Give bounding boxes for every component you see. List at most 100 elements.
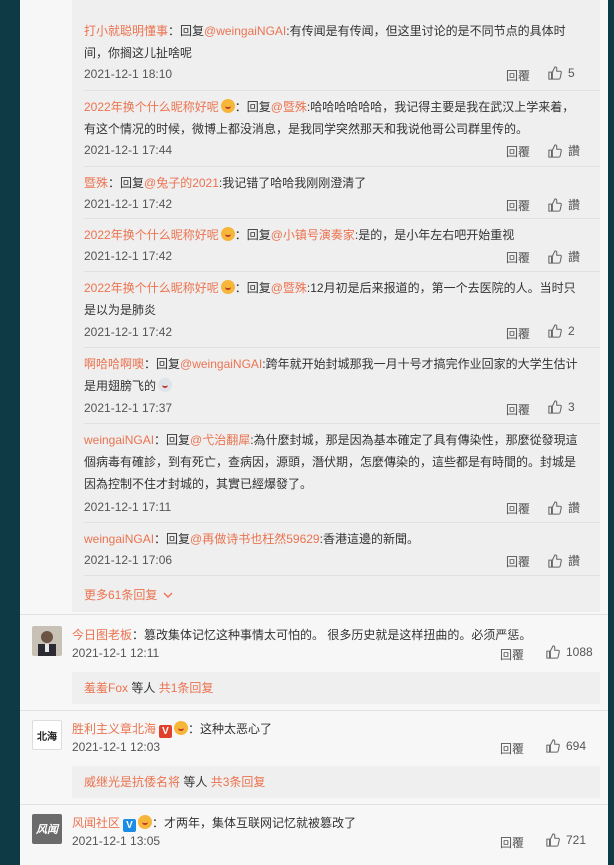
comment-username[interactable]: 风闻社区 <box>72 816 120 830</box>
reply-button[interactable]: 回覆 <box>506 500 530 517</box>
comment-text: 胜利主义章北海 V ：这种太恶心了 <box>72 720 592 738</box>
reply-button[interactable]: 回覆 <box>506 325 530 342</box>
reply-username[interactable]: 2022年换个什么昵称好呢 <box>84 281 219 295</box>
reply-button[interactable]: 回覆 <box>500 740 524 757</box>
thumbs-up-icon <box>548 324 562 338</box>
reply-item: 2022年换个什么昵称好呢 ：回复@小镇号演奏家:是的，是小年左右吧开始重视 20… <box>84 224 584 265</box>
avatar[interactable]: 北海 <box>32 720 62 750</box>
more-replies-label: 更多61条回复 <box>84 588 158 602</box>
reply-username[interactable]: weingaiNGAI <box>84 433 154 447</box>
reply-item: weingaiNGAI：回复@弋治翻犀:為什麼封城，那是因為基本確定了具有傳染性… <box>84 429 584 516</box>
divider <box>84 90 600 91</box>
comment-body: ：才两年，集体互联网记忆就被篡改了 <box>152 816 357 830</box>
chevron-down-icon <box>163 588 173 602</box>
reply-text: 2022年换个什么昵称好呢 ：回复@小镇号演奏家:是的，是小年左右吧开始重视 <box>84 224 584 246</box>
thumbs-up-icon <box>548 249 562 264</box>
reply-username[interactable]: weingaiNGAI <box>84 532 154 546</box>
mention-link[interactable]: @兔子的2021 <box>144 176 219 190</box>
divider <box>84 271 600 272</box>
mention-link[interactable]: @weingaiNGAI <box>180 357 262 371</box>
like-button[interactable]: 讚 <box>548 196 580 213</box>
reply-prefix: ：回复 <box>234 228 271 242</box>
comment-username[interactable]: 今日图老板 <box>72 628 132 642</box>
mention-link[interactable]: @弋治翻犀 <box>190 433 250 447</box>
comment-text: 今日图老板：篡改集体记忆这种事情太可怕的。 很多历史就是这样扭曲的。必须严惩。 <box>72 626 592 644</box>
comment-body: ：这种太恶心了 <box>188 722 273 736</box>
reply-meta: 2021-12-1 17:42 回覆 讚 <box>84 249 584 265</box>
divider <box>84 347 600 348</box>
reply-button[interactable]: 回覆 <box>500 834 524 851</box>
sub-replies-summary[interactable]: 威继光是抗倭名将 等人 共3条回复 <box>72 766 600 798</box>
like-button[interactable]: 3 <box>548 400 575 414</box>
reply-username[interactable]: 啊哈哈啊噢 <box>84 357 144 371</box>
like-button[interactable]: 694 <box>546 739 586 753</box>
divider <box>84 575 600 576</box>
comment-username[interactable]: 胜利主义章北海 <box>72 722 156 736</box>
like-button[interactable]: 1088 <box>546 645 593 659</box>
sub-reply-username[interactable]: 羞羞Fox <box>84 681 128 695</box>
sub-reply-count[interactable]: 共3条回复 <box>211 775 266 789</box>
like-count: 694 <box>566 739 587 753</box>
emoji-badge-icon <box>220 99 235 113</box>
emoji-badge-icon <box>220 227 235 241</box>
reply-button[interactable]: 回覆 <box>506 197 530 214</box>
reply-text: 2022年换个什么昵称好呢 ：回复@暨殊:12月初是后来报道的，第一个去医院的人。… <box>84 277 584 321</box>
like-button[interactable]: 2 <box>548 324 575 338</box>
reply-button[interactable]: 回覆 <box>506 249 530 266</box>
comment-body: ：篡改集体记忆这种事情太可怕的。 很多历史就是这样扭曲的。必须严惩。 <box>132 628 532 642</box>
reply-meta: 2021-12-1 17:37 回覆 3 <box>84 400 584 418</box>
like-count: 讚 <box>568 501 581 515</box>
sub-replies-summary[interactable]: 羞羞Fox 等人 共1条回复 <box>72 672 600 704</box>
avatar[interactable]: 风闻 <box>32 814 62 844</box>
avatar-label: 风闻 <box>36 824 58 836</box>
reply-text: 啊哈哈啊噢：回复@weingaiNGAI:跨年就开始封城那我一月十号才搞完作业回… <box>84 353 584 397</box>
like-button[interactable]: 721 <box>546 833 586 847</box>
like-count: 1088 <box>566 645 593 659</box>
like-button[interactable]: 讚 <box>548 248 580 265</box>
like-button[interactable]: 5 <box>548 66 575 80</box>
like-button[interactable]: 讚 <box>548 142 580 159</box>
like-count: 721 <box>566 833 587 847</box>
comment-meta: 2021-12-1 12:11 回覆 1088 <box>72 645 593 663</box>
mention-link[interactable]: @小镇号演奏家 <box>271 228 355 242</box>
mention-link[interactable]: @暨殊 <box>271 281 307 295</box>
reply-time: 2021-12-1 17:42 <box>84 325 173 339</box>
reply-button[interactable]: 回覆 <box>506 401 530 418</box>
reply-text: 打小就聪明懂事：回复@weingaiNGAI:有传闻是有传闻，但这里讨论的是不同… <box>84 20 584 64</box>
thumbs-up-icon <box>546 739 560 753</box>
reply-prefix: ：回复 <box>154 532 191 546</box>
sub-reply-username[interactable]: 威继光是抗倭名将 <box>84 775 180 789</box>
reply-username[interactable]: 暨殊 <box>84 176 108 190</box>
reply-button[interactable]: 回覆 <box>506 67 530 84</box>
like-count: 5 <box>568 66 575 80</box>
like-count: 3 <box>568 400 575 414</box>
reply-meta: 2021-12-1 17:44 回覆 讚 <box>84 143 584 159</box>
comment-time: 2021-12-1 12:11 <box>72 646 160 660</box>
like-count: 讚 <box>568 250 581 264</box>
reply-button[interactable]: 回覆 <box>500 646 524 663</box>
mention-link[interactable]: @暨殊 <box>271 100 307 114</box>
reply-username[interactable]: 打小就聪明懂事 <box>84 24 168 38</box>
divider <box>20 614 608 615</box>
mention-link[interactable]: @weingaiNGAI <box>204 24 286 38</box>
reply-button[interactable]: 回覆 <box>506 553 530 570</box>
like-button[interactable]: 讚 <box>548 552 580 569</box>
sub-reply-count[interactable]: 共1条回复 <box>159 681 214 695</box>
avatar[interactable] <box>32 626 62 656</box>
like-count: 2 <box>568 324 575 338</box>
thumbs-up-icon <box>548 400 562 414</box>
reply-time: 2021-12-1 18:10 <box>84 67 173 81</box>
divider <box>84 218 600 219</box>
divider <box>84 522 600 523</box>
reply-username[interactable]: 2022年换个什么昵称好呢 <box>84 100 219 114</box>
reply-item: 2022年换个什么昵称好呢 ：回复@暨殊:12月初是后来报道的，第一个去医院的人。… <box>84 277 584 341</box>
like-button[interactable]: 讚 <box>548 499 580 516</box>
reply-time: 2021-12-1 17:44 <box>84 143 173 157</box>
more-replies-link[interactable]: 更多61条回复 <box>84 586 173 603</box>
divider <box>84 423 600 424</box>
reply-username[interactable]: 2022年换个什么昵称好呢 <box>84 228 219 242</box>
mention-link[interactable]: @再做诗书也枉然59629 <box>190 532 320 546</box>
reply-button[interactable]: 回覆 <box>506 143 530 160</box>
thumbs-up-icon <box>548 500 562 515</box>
vip-icon: V <box>159 725 173 738</box>
